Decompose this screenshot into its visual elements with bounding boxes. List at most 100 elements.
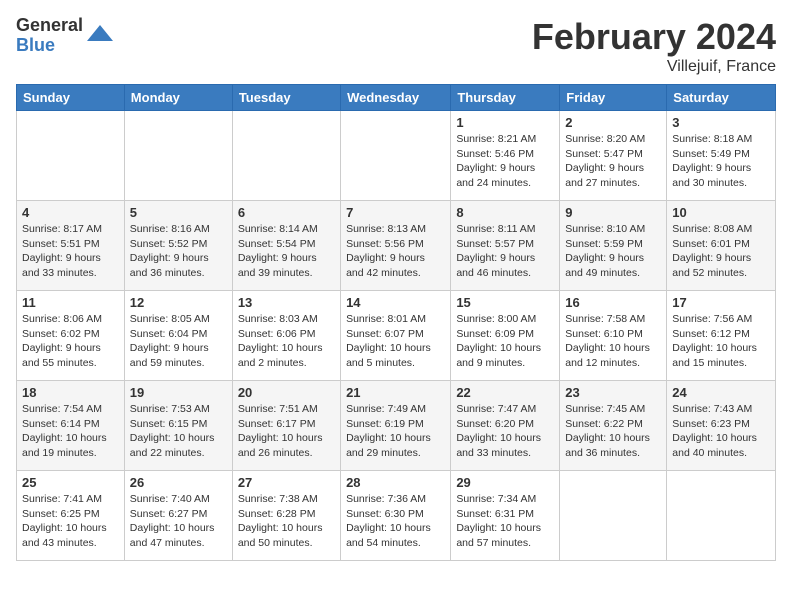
calendar-cell [560, 471, 667, 561]
day-number: 13 [238, 295, 335, 310]
calendar-week-row: 25 Sunrise: 7:41 AM Sunset: 6:25 PM Dayli… [17, 471, 776, 561]
calendar-cell: 11 Sunrise: 8:06 AM Sunset: 6:02 PM Dayli… [17, 291, 125, 381]
day-content: Sunrise: 8:21 AM Sunset: 5:46 PM Dayligh… [456, 132, 554, 191]
calendar-week-row: 11 Sunrise: 8:06 AM Sunset: 6:02 PM Dayli… [17, 291, 776, 381]
day-number: 12 [130, 295, 227, 310]
day-content: Sunrise: 7:34 AM Sunset: 6:31 PM Dayligh… [456, 492, 554, 551]
weekday-header-monday: Monday [124, 85, 232, 111]
header: General Blue February 2024 Villejuif, Fr… [16, 16, 776, 76]
day-number: 1 [456, 115, 554, 130]
day-number: 10 [672, 205, 770, 220]
calendar-cell: 1 Sunrise: 8:21 AM Sunset: 5:46 PM Daylig… [451, 111, 560, 201]
day-number: 29 [456, 475, 554, 490]
day-content: Sunrise: 7:54 AM Sunset: 6:14 PM Dayligh… [22, 402, 119, 461]
calendar-cell: 29 Sunrise: 7:34 AM Sunset: 6:31 PM Dayli… [451, 471, 560, 561]
day-number: 28 [346, 475, 445, 490]
day-content: Sunrise: 8:00 AM Sunset: 6:09 PM Dayligh… [456, 312, 554, 371]
day-number: 8 [456, 205, 554, 220]
calendar-cell: 2Sunrise: 8:20 AM Sunset: 5:47 PM Daylig… [560, 111, 667, 201]
day-number: 6 [238, 205, 335, 220]
calendar-cell [232, 111, 340, 201]
day-content: Sunrise: 7:41 AM Sunset: 6:25 PM Dayligh… [22, 492, 119, 551]
day-content: Sunrise: 8:01 AM Sunset: 6:07 PM Dayligh… [346, 312, 445, 371]
day-content: Sunrise: 8:10 AM Sunset: 5:59 PM Dayligh… [565, 222, 661, 281]
day-content: Sunrise: 8:20 AM Sunset: 5:47 PM Dayligh… [565, 132, 661, 191]
calendar-cell: 5Sunrise: 8:16 AM Sunset: 5:52 PM Daylig… [124, 201, 232, 291]
day-number: 9 [565, 205, 661, 220]
calendar-cell [667, 471, 776, 561]
day-number: 26 [130, 475, 227, 490]
day-number: 25 [22, 475, 119, 490]
day-content: Sunrise: 8:16 AM Sunset: 5:52 PM Dayligh… [130, 222, 227, 281]
day-content: Sunrise: 7:43 AM Sunset: 6:23 PM Dayligh… [672, 402, 770, 461]
calendar-cell: 26 Sunrise: 7:40 AM Sunset: 6:27 PM Dayli… [124, 471, 232, 561]
day-number: 15 [456, 295, 554, 310]
calendar-cell: 18Sunrise: 7:54 AM Sunset: 6:14 PM Dayli… [17, 381, 125, 471]
calendar-cell: 4 Sunrise: 8:17 AM Sunset: 5:51 PM Daylig… [17, 201, 125, 291]
calendar-cell: 24 Sunrise: 7:43 AM Sunset: 6:23 PM Dayli… [667, 381, 776, 471]
day-number: 16 [565, 295, 661, 310]
calendar-week-row: 1 Sunrise: 8:21 AM Sunset: 5:46 PM Daylig… [17, 111, 776, 201]
weekday-header-sunday: Sunday [17, 85, 125, 111]
day-number: 23 [565, 385, 661, 400]
day-content: Sunrise: 7:36 AM Sunset: 6:30 PM Dayligh… [346, 492, 445, 551]
day-number: 19 [130, 385, 227, 400]
title-section: February 2024 Villejuif, France [532, 16, 776, 76]
calendar-cell: 25 Sunrise: 7:41 AM Sunset: 6:25 PM Dayli… [17, 471, 125, 561]
calendar-cell: 27 Sunrise: 7:38 AM Sunset: 6:28 PM Dayli… [232, 471, 340, 561]
day-number: 24 [672, 385, 770, 400]
weekday-header-saturday: Saturday [667, 85, 776, 111]
calendar-cell [17, 111, 125, 201]
day-number: 7 [346, 205, 445, 220]
day-content: Sunrise: 8:14 AM Sunset: 5:54 PM Dayligh… [238, 222, 335, 281]
day-number: 20 [238, 385, 335, 400]
day-number: 11 [22, 295, 119, 310]
day-content: Sunrise: 7:56 AM Sunset: 6:12 PM Dayligh… [672, 312, 770, 371]
day-content: Sunrise: 8:17 AM Sunset: 5:51 PM Dayligh… [22, 222, 119, 281]
calendar-cell: 16 Sunrise: 7:58 AM Sunset: 6:10 PM Dayli… [560, 291, 667, 381]
day-number: 4 [22, 205, 119, 220]
day-content: Sunrise: 8:03 AM Sunset: 6:06 PM Dayligh… [238, 312, 335, 371]
day-content: Sunrise: 7:51 AM Sunset: 6:17 PM Dayligh… [238, 402, 335, 461]
day-content: Sunrise: 7:49 AM Sunset: 6:19 PM Dayligh… [346, 402, 445, 461]
day-number: 3 [672, 115, 770, 130]
day-number: 22 [456, 385, 554, 400]
calendar-table: SundayMondayTuesdayWednesdayThursdayFrid… [16, 84, 776, 561]
logo-general-text: General [16, 16, 83, 36]
day-content: Sunrise: 8:13 AM Sunset: 5:56 PM Dayligh… [346, 222, 445, 281]
weekday-header-tuesday: Tuesday [232, 85, 340, 111]
calendar-cell: 14 Sunrise: 8:01 AM Sunset: 6:07 PM Dayli… [341, 291, 451, 381]
day-content: Sunrise: 7:53 AM Sunset: 6:15 PM Dayligh… [130, 402, 227, 461]
day-content: Sunrise: 8:05 AM Sunset: 6:04 PM Dayligh… [130, 312, 227, 371]
day-number: 27 [238, 475, 335, 490]
day-content: Sunrise: 7:38 AM Sunset: 6:28 PM Dayligh… [238, 492, 335, 551]
day-content: Sunrise: 8:06 AM Sunset: 6:02 PM Dayligh… [22, 312, 119, 371]
calendar-week-row: 4 Sunrise: 8:17 AM Sunset: 5:51 PM Daylig… [17, 201, 776, 291]
calendar-cell: 23 Sunrise: 7:45 AM Sunset: 6:22 PM Dayli… [560, 381, 667, 471]
calendar-cell: 7 Sunrise: 8:13 AM Sunset: 5:56 PM Daylig… [341, 201, 451, 291]
calendar-cell: 6 Sunrise: 8:14 AM Sunset: 5:54 PM Daylig… [232, 201, 340, 291]
calendar-cell: 28 Sunrise: 7:36 AM Sunset: 6:30 PM Dayli… [341, 471, 451, 561]
logo: General Blue [16, 16, 115, 56]
day-number: 14 [346, 295, 445, 310]
logo-blue-text: Blue [16, 36, 83, 56]
calendar-cell: 20 Sunrise: 7:51 AM Sunset: 6:17 PM Dayli… [232, 381, 340, 471]
calendar-cell: 22 Sunrise: 7:47 AM Sunset: 6:20 PM Dayli… [451, 381, 560, 471]
day-content: Sunrise: 7:40 AM Sunset: 6:27 PM Dayligh… [130, 492, 227, 551]
calendar-week-row: 18Sunrise: 7:54 AM Sunset: 6:14 PM Dayli… [17, 381, 776, 471]
location-title: Villejuif, France [532, 58, 776, 76]
logo-icon [85, 21, 115, 51]
day-content: Sunrise: 7:58 AM Sunset: 6:10 PM Dayligh… [565, 312, 661, 371]
weekday-header-thursday: Thursday [451, 85, 560, 111]
day-content: Sunrise: 7:45 AM Sunset: 6:22 PM Dayligh… [565, 402, 661, 461]
calendar-cell: 9 Sunrise: 8:10 AM Sunset: 5:59 PM Daylig… [560, 201, 667, 291]
day-content: Sunrise: 8:18 AM Sunset: 5:49 PM Dayligh… [672, 132, 770, 191]
calendar-cell: 12 Sunrise: 8:05 AM Sunset: 6:04 PM Dayli… [124, 291, 232, 381]
weekday-header-friday: Friday [560, 85, 667, 111]
calendar-cell: 10Sunrise: 8:08 AM Sunset: 6:01 PM Dayli… [667, 201, 776, 291]
day-content: Sunrise: 7:47 AM Sunset: 6:20 PM Dayligh… [456, 402, 554, 461]
day-content: Sunrise: 8:11 AM Sunset: 5:57 PM Dayligh… [456, 222, 554, 281]
weekday-header-wednesday: Wednesday [341, 85, 451, 111]
calendar-cell: 13 Sunrise: 8:03 AM Sunset: 6:06 PM Dayli… [232, 291, 340, 381]
month-title: February 2024 [532, 16, 776, 58]
